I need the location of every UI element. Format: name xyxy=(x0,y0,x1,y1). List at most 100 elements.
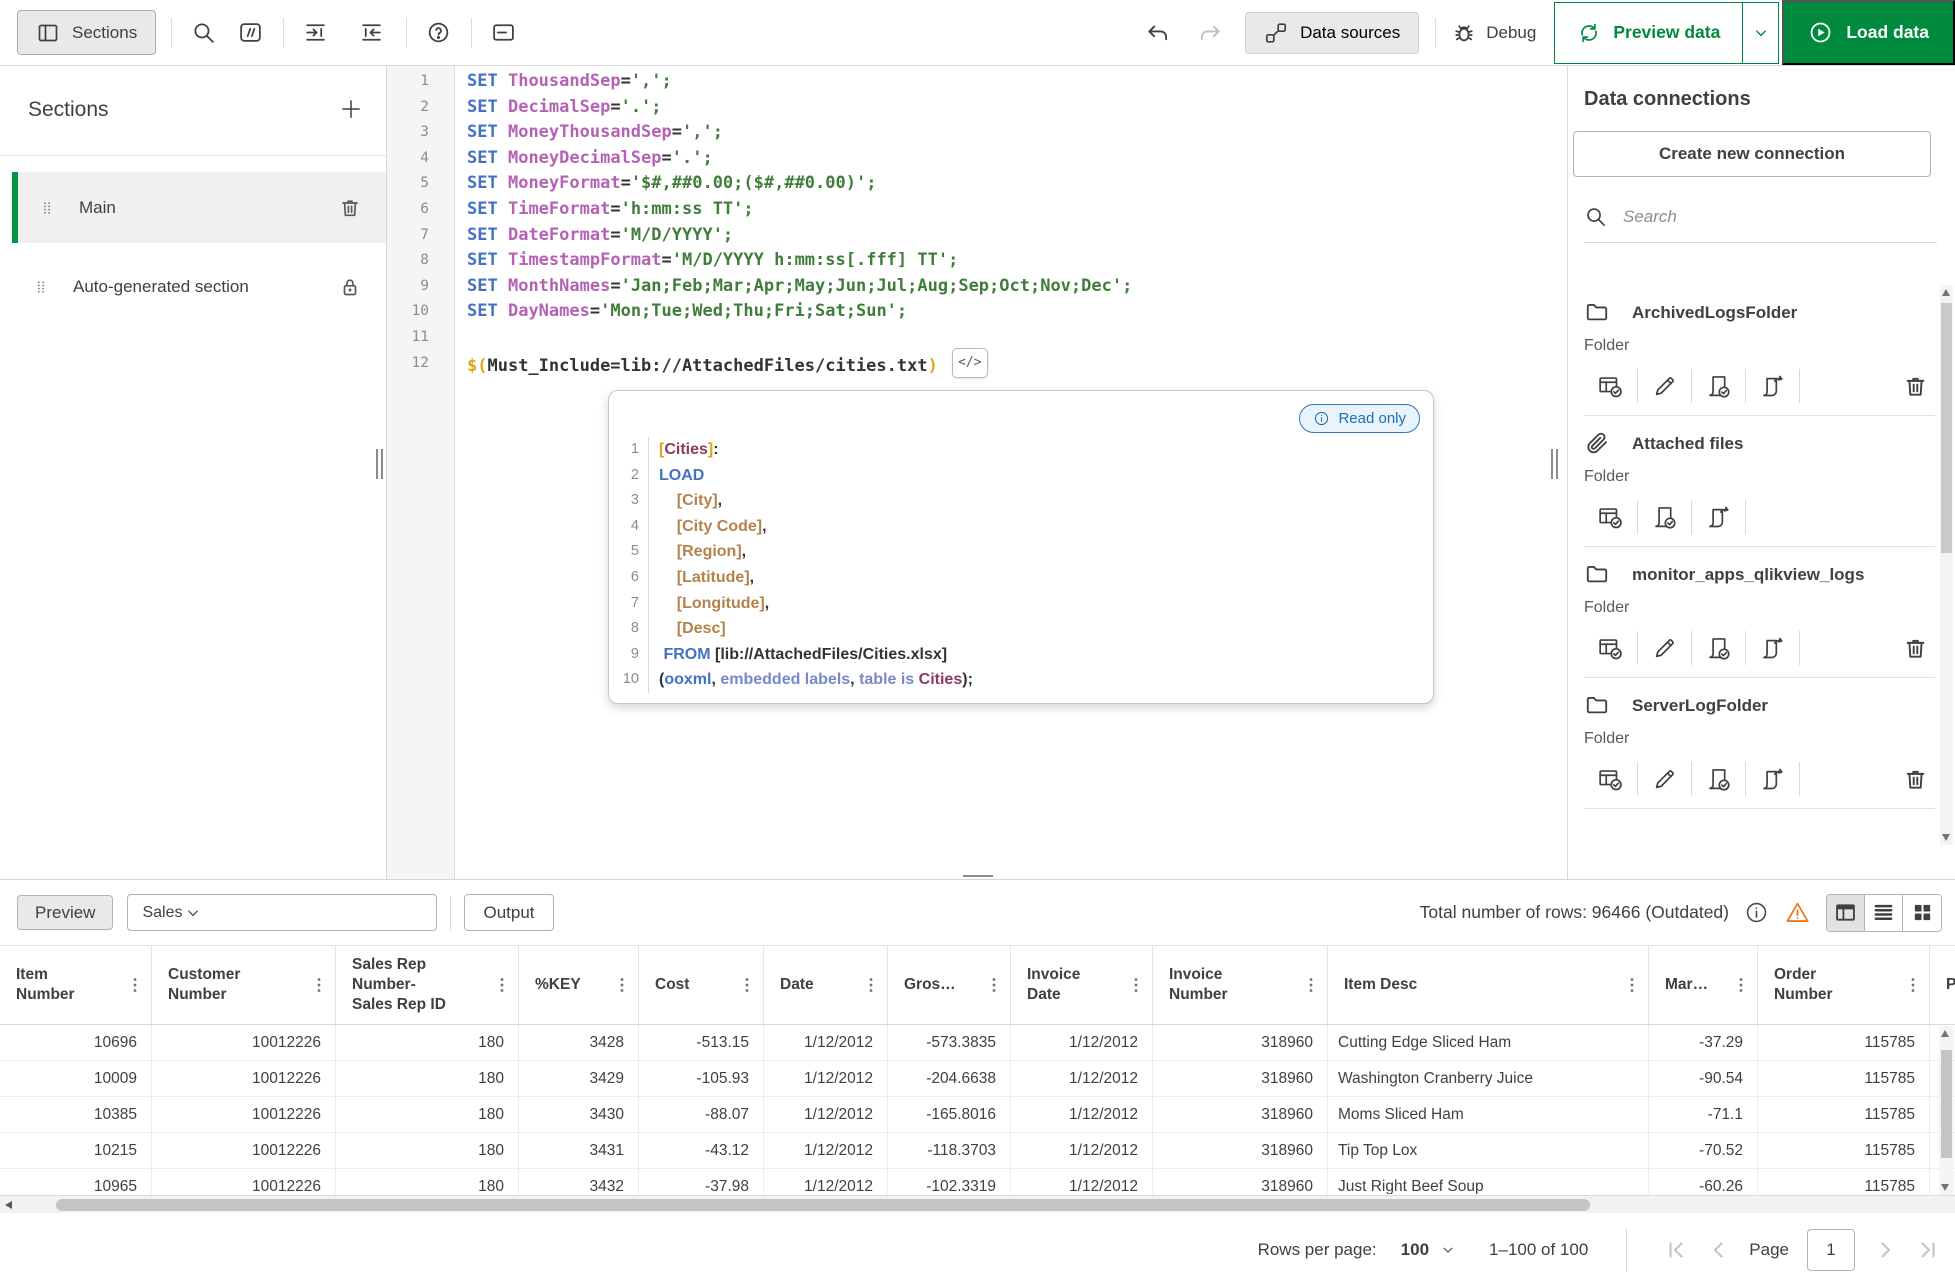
preview-data-caret-button[interactable] xyxy=(1743,1,1780,64)
column-menu-icon[interactable] xyxy=(737,974,757,996)
insert-string-icon[interactable] xyxy=(1692,500,1746,534)
undo-icon[interactable] xyxy=(1145,20,1171,46)
column-menu-icon[interactable] xyxy=(1622,974,1642,996)
delete-connection-icon[interactable] xyxy=(1895,369,1935,403)
data-sources-button[interactable]: Data sources xyxy=(1245,11,1420,54)
column-header[interactable]: Gros… xyxy=(888,946,1011,1024)
table-view-button[interactable] xyxy=(1827,894,1865,931)
preview-data-button[interactable]: Preview data xyxy=(1554,1,1744,64)
column-menu-icon[interactable] xyxy=(612,974,632,996)
connection-header[interactable]: ArchivedLogsFolder xyxy=(1584,298,1935,327)
first-page-icon[interactable] xyxy=(1665,1238,1689,1262)
column-menu-icon[interactable] xyxy=(125,974,145,996)
insert-connection-icon[interactable] xyxy=(1638,500,1692,534)
column-header[interactable]: P xyxy=(1930,946,1955,1024)
column-header[interactable]: Mar… xyxy=(1649,946,1758,1024)
scroll-down-icon[interactable] xyxy=(1941,1184,1949,1191)
column-menu-icon[interactable] xyxy=(309,974,329,996)
output-tab-button[interactable]: Output xyxy=(464,894,554,931)
table-selector-dropdown[interactable]: Sales xyxy=(127,894,438,931)
connections-search[interactable] xyxy=(1584,205,1937,243)
select-data-icon[interactable] xyxy=(1584,631,1638,665)
column-header[interactable]: %KEY xyxy=(519,946,639,1024)
add-section-button[interactable] xyxy=(338,96,364,122)
scroll-left-icon[interactable] xyxy=(5,1201,12,1209)
connections-collapse-handle[interactable] xyxy=(1549,449,1559,479)
column-menu-icon[interactable] xyxy=(1903,974,1923,996)
preview-tab-button[interactable]: Preview xyxy=(17,895,114,930)
previous-page-icon[interactable] xyxy=(1707,1238,1731,1262)
scroll-down-icon[interactable] xyxy=(1942,834,1950,841)
column-header[interactable]: Item Number xyxy=(0,946,152,1024)
statement-icon[interactable] xyxy=(490,20,516,46)
insert-string-icon[interactable] xyxy=(1746,631,1800,665)
list-view-button[interactable] xyxy=(1865,894,1903,931)
vertical-scrollbar[interactable] xyxy=(1939,1026,1954,1195)
connection-header[interactable]: ServerLogFolder xyxy=(1584,691,1935,720)
insert-connection-icon[interactable] xyxy=(1692,369,1746,403)
edit-connection-icon[interactable] xyxy=(1638,369,1692,403)
sections-toggle-button[interactable]: Sections xyxy=(17,10,157,55)
connections-scrollbar[interactable] xyxy=(1940,285,1953,845)
last-page-icon[interactable] xyxy=(1915,1238,1939,1262)
column-menu-icon[interactable] xyxy=(1126,974,1146,996)
insert-connection-icon[interactable] xyxy=(1692,762,1746,796)
column-menu-icon[interactable] xyxy=(861,974,881,996)
info-icon[interactable] xyxy=(1744,900,1769,925)
script-editor[interactable]: 1 SET ThousandSep=','; 2 SET DecimalSep='.'… xyxy=(387,66,1567,879)
next-page-icon[interactable] xyxy=(1873,1238,1897,1262)
column-menu-icon[interactable] xyxy=(984,974,1004,996)
column-header[interactable]: Invoice Number xyxy=(1153,946,1328,1024)
insert-connection-icon[interactable] xyxy=(1692,631,1746,665)
connection-header[interactable]: monitor_apps_qlikview_logs xyxy=(1584,560,1935,589)
column-header[interactable]: Cost xyxy=(639,946,764,1024)
select-data-icon[interactable] xyxy=(1584,369,1638,403)
lock-icon[interactable] xyxy=(338,275,362,299)
connections-search-input[interactable] xyxy=(1623,206,1863,227)
delete-connection-icon[interactable] xyxy=(1895,631,1935,665)
grid-view-button[interactable] xyxy=(1903,894,1941,931)
scroll-up-icon[interactable] xyxy=(1941,1030,1949,1037)
scroll-up-icon[interactable] xyxy=(1942,289,1950,296)
debug-button[interactable]: Debug xyxy=(1452,21,1536,45)
column-header[interactable]: Date xyxy=(764,946,888,1024)
edit-connection-icon[interactable] xyxy=(1638,631,1692,665)
horizontal-scrollbar[interactable] xyxy=(0,1195,1955,1213)
column-header[interactable]: Order Number xyxy=(1758,946,1930,1024)
help-icon[interactable] xyxy=(425,20,451,46)
search-icon[interactable] xyxy=(190,20,216,46)
create-connection-button[interactable]: Create new connection xyxy=(1573,131,1931,177)
connection-header[interactable]: Attached files xyxy=(1584,429,1935,458)
sidebar-collapse-handle[interactable] xyxy=(374,449,384,479)
redo-icon[interactable] xyxy=(1197,20,1223,46)
rows-per-page-dropdown[interactable]: 100 xyxy=(1401,1240,1457,1260)
delete-connection-icon[interactable] xyxy=(1895,762,1935,796)
column-header[interactable]: Item Desc xyxy=(1328,946,1649,1024)
insert-expression-button[interactable]: </> xyxy=(951,347,988,378)
indent-icon[interactable] xyxy=(302,20,328,46)
section-item[interactable]: Main xyxy=(12,172,386,243)
column-menu-icon[interactable] xyxy=(1731,974,1751,996)
drag-handle-icon[interactable] xyxy=(39,195,55,221)
column-menu-icon[interactable] xyxy=(492,974,512,996)
delete-icon[interactable] xyxy=(338,196,362,220)
insert-string-icon[interactable] xyxy=(1746,762,1800,796)
edit-connection-icon[interactable] xyxy=(1638,762,1692,796)
select-data-icon[interactable] xyxy=(1584,762,1638,796)
scrollbar-thumb[interactable] xyxy=(56,1199,1590,1211)
column-header[interactable]: Sales Rep Number- Sales Rep ID xyxy=(336,946,519,1024)
section-item[interactable]: Auto-generated section xyxy=(12,251,386,322)
column-menu-icon[interactable] xyxy=(1301,974,1321,996)
load-data-button[interactable]: Load data xyxy=(1782,0,1955,65)
scrollbar-thumb[interactable] xyxy=(1941,303,1952,553)
select-data-icon[interactable] xyxy=(1584,500,1638,534)
column-header[interactable]: Invoice Date xyxy=(1011,946,1153,1024)
drag-handle-icon[interactable] xyxy=(33,274,49,300)
comment-icon[interactable] xyxy=(237,20,263,46)
warning-icon[interactable] xyxy=(1784,899,1811,926)
column-header[interactable]: Customer Number xyxy=(152,946,336,1024)
page-number-input[interactable] xyxy=(1807,1229,1855,1271)
scrollbar-thumb[interactable] xyxy=(1941,1050,1952,1158)
outdent-icon[interactable] xyxy=(358,20,384,46)
insert-string-icon[interactable] xyxy=(1746,369,1800,403)
